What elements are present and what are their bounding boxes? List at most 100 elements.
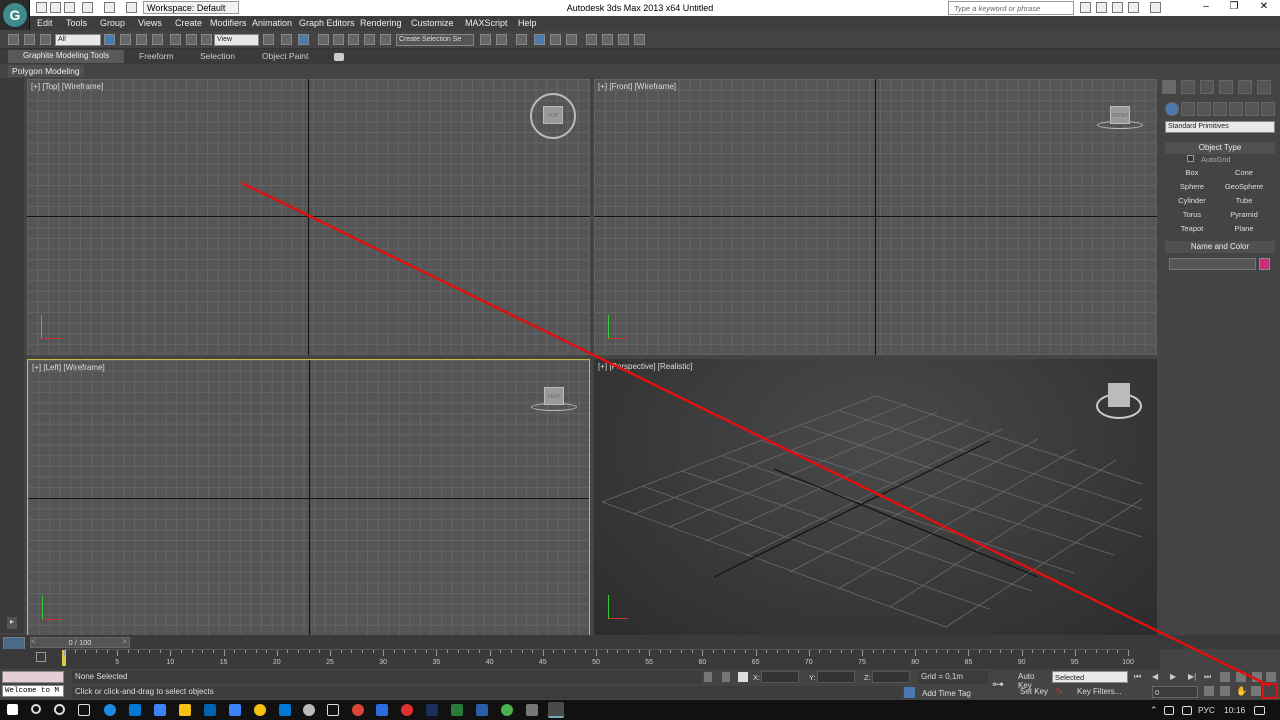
snaps-toggle-icon[interactable] [318,34,329,45]
percent-snap-icon[interactable] [348,34,359,45]
render-setup-icon[interactable] [618,34,629,45]
lights-icon[interactable] [1197,102,1211,116]
select-scale-icon[interactable] [201,34,212,45]
viewport-perspective[interactable]: [+] [Perspective] [Realistic] [594,359,1157,636]
menu-animation[interactable]: Animation [252,18,292,28]
mirror-icon[interactable] [480,34,491,45]
menu-create[interactable]: Create [175,18,202,28]
set-key-mode-icon[interactable]: ⊶ [992,677,1012,691]
rollout-object-type[interactable]: Object Type [1165,142,1275,154]
minimize-icon[interactable]: – [1196,1,1216,15]
isolate-icon[interactable] [722,672,730,682]
current-frame-field[interactable]: 0 [1152,686,1198,698]
time-tag-icon[interactable] [904,687,915,698]
category-dropdown[interactable]: Standard Primitives [1165,121,1275,133]
selection-filter-dropdown[interactable]: All [55,34,101,46]
app-icon-green[interactable] [451,704,463,716]
set-key-button[interactable]: Set Key [1018,686,1050,699]
file-explorer-icon[interactable] [179,704,191,716]
task-view-icon[interactable] [78,704,90,716]
3dsmax-taskbar-icon[interactable] [548,702,564,718]
edit-named-selection-icon[interactable] [380,34,391,45]
zoom-icon[interactable] [1236,672,1246,682]
motion-tab-icon[interactable] [1219,80,1233,94]
viewcube-top[interactable]: TOP [543,106,563,124]
menu-rendering[interactable]: Rendering [360,18,402,28]
viewcube-perspective[interactable] [1108,383,1130,407]
menu-group[interactable]: Group [100,18,125,28]
rectangular-selection-icon[interactable] [136,34,147,45]
helpers-icon[interactable] [1229,102,1243,116]
previous-frame-icon[interactable]: ◀ [1152,672,1164,682]
geometry-icon[interactable] [1165,102,1179,116]
pyramid-button[interactable]: Pyramid [1222,209,1266,221]
edge-icon[interactable] [104,704,116,716]
go-to-end-icon[interactable]: ⏭ [1204,672,1216,682]
app-icon-blue[interactable] [476,704,488,716]
curve-editor-icon[interactable] [566,34,577,45]
search-taskbar-icon[interactable] [31,704,41,714]
menu-graph-editors[interactable]: Graph Editors [299,18,355,28]
object-color-swatch[interactable] [1259,258,1270,270]
menu-customize[interactable]: Customize [411,18,454,28]
expand-arrow-icon[interactable]: ▸ [7,617,17,629]
cylinder-button[interactable]: Cylinder [1170,195,1214,207]
photoshop-icon[interactable] [426,704,438,716]
key-mode-toggle-icon[interactable] [1220,672,1230,682]
keyboard-shortcut-override-icon[interactable] [298,34,309,45]
viewport-label-left[interactable]: [+] [Left] [Wireframe] [32,363,105,372]
cameras-icon[interactable] [1213,102,1227,116]
time-slider-next-icon[interactable]: > [122,637,127,646]
maxscript-mini-listener[interactable] [2,671,64,683]
3d-builder-icon[interactable] [327,704,339,716]
shapes-icon[interactable] [1181,102,1195,116]
teapot-button[interactable]: Teapot [1170,223,1214,235]
application-button[interactable]: G [0,0,30,30]
auto-key-button[interactable]: Auto Key [1016,671,1050,690]
default-tangents-icon[interactable]: ∿ [1055,686,1069,699]
select-rotate-icon[interactable] [186,34,197,45]
maxscript-listener[interactable]: Welcome to M [2,685,64,697]
menu-maxscript[interactable]: MAXScript [465,18,508,28]
utilities-tab-icon[interactable] [1257,80,1271,94]
next-frame-icon[interactable]: ▶| [1188,672,1200,682]
store-icon[interactable] [129,704,141,716]
restore-icon[interactable]: ❐ [1224,1,1244,15]
chrome-icon[interactable] [352,704,364,716]
sphere-button[interactable]: Sphere [1170,181,1214,193]
schematic-view-icon[interactable] [586,34,597,45]
menu-tools[interactable]: Tools [66,18,87,28]
material-editor-icon[interactable] [602,34,613,45]
viewport-top[interactable]: [+] [Top] [Wireframe] TOP [27,79,590,355]
object-name-input[interactable] [1169,258,1256,270]
menu-modifiers[interactable]: Modifiers [210,18,247,28]
spinner-snap-icon[interactable] [364,34,375,45]
bind-space-warp-icon[interactable] [40,34,51,45]
orbit-icon[interactable] [1251,686,1261,696]
menu-help[interactable]: Help [518,18,537,28]
search-input[interactable]: Type a keyword or phrase [948,1,1074,15]
angle-snap-icon[interactable] [333,34,344,45]
select-by-name-icon[interactable] [120,34,131,45]
ribbon-tab-graphite[interactable]: Graphite Modeling Tools [8,50,124,63]
reference-coordinate-dropdown[interactable]: View [214,34,259,46]
ribbon-tab-selection[interactable]: Selection [200,51,235,61]
select-manipulate-icon[interactable] [281,34,292,45]
pivot-center-icon[interactable] [263,34,274,45]
app-icon-gray[interactable] [526,704,538,716]
cortana-icon[interactable] [54,704,65,715]
rollout-name-color[interactable]: Name and Color [1165,241,1275,253]
modify-tab-icon[interactable] [1181,80,1195,94]
polygon-modeling-tab[interactable]: Polygon Modeling [8,65,84,77]
viewcube-front[interactable]: FRONT [1110,106,1130,124]
mail-icon[interactable] [204,704,216,716]
tray-chevron-icon[interactable]: ⌃ [1150,705,1158,716]
settings-icon[interactable] [303,704,315,716]
word-icon[interactable] [376,704,388,716]
opera-icon[interactable] [401,704,413,716]
photos-icon[interactable] [229,704,241,716]
render-frame-icon[interactable] [634,34,645,45]
volume-icon[interactable] [1182,706,1192,715]
time-configuration-icon[interactable] [1204,686,1214,696]
graphite-toggle-icon[interactable] [550,34,561,45]
